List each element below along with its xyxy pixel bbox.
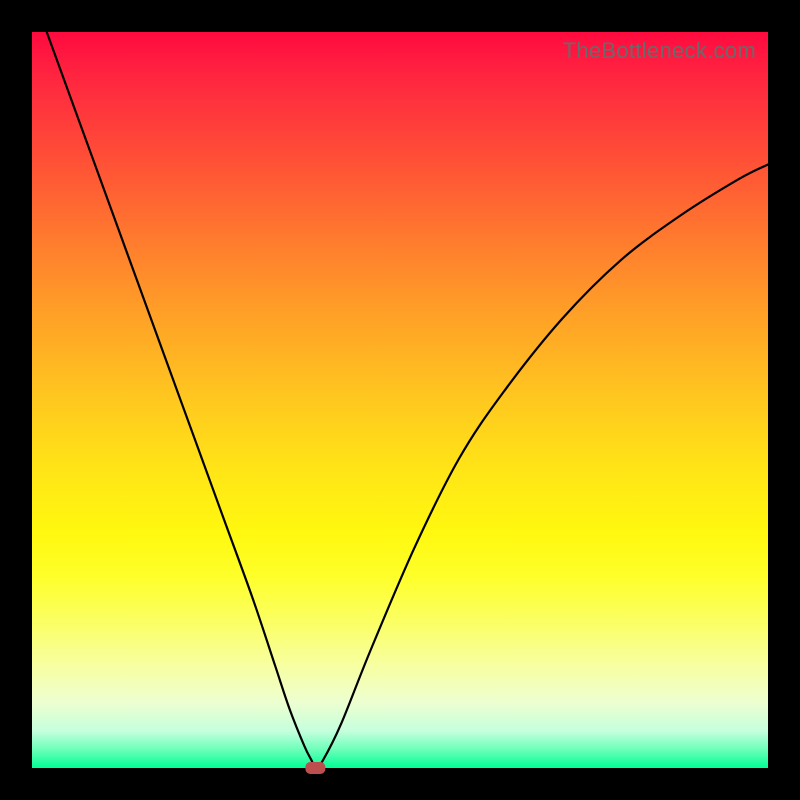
curve-layer — [32, 32, 768, 768]
plot-area: TheBottleneck.com — [32, 32, 768, 768]
optimum-marker — [305, 762, 325, 774]
bottleneck-curve — [47, 32, 768, 768]
chart-frame: TheBottleneck.com — [0, 0, 800, 800]
